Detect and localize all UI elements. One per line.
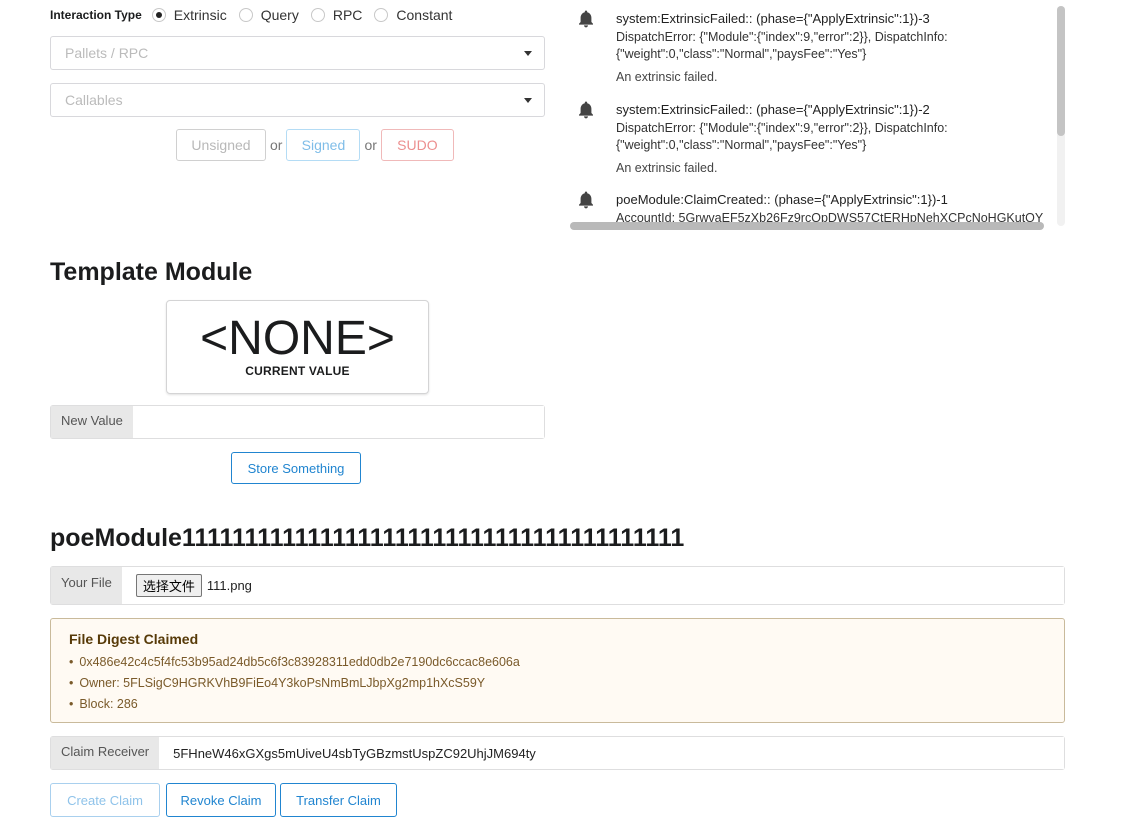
poe-module-title: poeModule1111111111111111111111111111111… <box>50 524 685 552</box>
events-vertical-scrollbar[interactable] <box>1057 6 1065 136</box>
events-horizontal-scrollbar[interactable] <box>570 222 1044 230</box>
choose-file-button[interactable]: 选择文件 <box>135 574 202 597</box>
callables-placeholder: Callables <box>65 92 123 108</box>
radio-constant[interactable]: Constant <box>374 7 452 23</box>
your-file-label: Your File <box>51 567 122 604</box>
pallets-dropdown[interactable]: Pallets / RPC <box>50 36 545 70</box>
radio-label: Extrinsic <box>173 7 227 23</box>
callables-dropdown[interactable]: Callables <box>50 83 545 117</box>
event-item: system:ExtrinsicFailed:: (phase={"ApplyE… <box>570 97 1050 187</box>
event-description: An extrinsic failed. <box>616 161 718 175</box>
event-item: system:ExtrinsicFailed:: (phase={"ApplyE… <box>570 6 1050 96</box>
radio-extrinsic[interactable]: Extrinsic <box>151 7 227 23</box>
event-body: DispatchError: {"Module":{"index":9,"err… <box>616 121 948 152</box>
caret-down-icon <box>524 98 532 103</box>
file-input-group: Your File 选择文件 111.png <box>50 566 1065 605</box>
claim-receiver-input-group: Claim Receiver 5FHneW46xGXgs5mUiveU4sbTy… <box>50 736 1065 770</box>
event-description: An extrinsic failed. <box>616 70 718 84</box>
interaction-type-row: Interaction Type Extrinsic Query RPC Con… <box>50 5 464 25</box>
bell-icon <box>579 191 593 209</box>
new-value-input[interactable] <box>132 406 544 438</box>
or-text: or <box>270 137 283 153</box>
digest-block: Block: 286 <box>69 694 520 715</box>
radio-label: Query <box>260 7 299 23</box>
file-input[interactable]: 选择文件 111.png <box>121 567 1064 604</box>
digest-owner: Owner: 5FLSigC9HGRKVhB9FiEo4Y3koPsNmBmLJ… <box>69 673 520 694</box>
current-value: <NONE> <box>200 312 395 365</box>
or-text: or <box>364 137 377 153</box>
current-value-caption: CURRENT VALUE <box>245 364 350 378</box>
digest-list: 0x486e42c4c5f4fc53b95ad24db5c6f3c8392831… <box>69 652 520 715</box>
new-value-input-group: New Value <box>50 405 545 439</box>
radio-dot-checked[interactable] <box>151 8 166 22</box>
claim-receiver-input[interactable]: 5FHneW46xGXgs5mUiveU4sbTyGBzmstUspZC92Uh… <box>159 737 1064 769</box>
store-something-button[interactable]: Store Something <box>231 452 361 484</box>
event-title: poeModule:ClaimCreated:: (phase={"ApplyE… <box>616 192 948 207</box>
pallets-placeholder: Pallets / RPC <box>65 45 149 61</box>
digest-header: File Digest Claimed <box>69 631 199 647</box>
radio-rpc[interactable]: RPC <box>310 7 363 23</box>
revoke-claim-button[interactable]: Revoke Claim <box>166 783 276 817</box>
file-name: 111.png <box>206 578 252 593</box>
create-claim-button[interactable]: Create Claim <box>50 783 160 817</box>
radio-dot[interactable] <box>374 8 389 22</box>
radio-label: RPC <box>332 7 363 23</box>
sign-buttons: Unsigned or Signed or SUDO <box>176 129 454 161</box>
current-value-card: <NONE> CURRENT VALUE <box>166 300 429 394</box>
interaction-type-label: Interaction Type <box>50 8 142 22</box>
caret-down-icon <box>524 51 532 56</box>
radio-label: Constant <box>396 7 453 23</box>
transfer-claim-button[interactable]: Transfer Claim <box>280 783 397 817</box>
file-digest-message: File Digest Claimed 0x486e42c4c5f4fc53b9… <box>50 618 1065 723</box>
template-module-title: Template Module <box>50 258 253 286</box>
new-value-label: New Value <box>51 406 133 438</box>
radio-dot[interactable] <box>238 8 253 22</box>
unsigned-button[interactable]: Unsigned <box>176 129 266 161</box>
event-title: system:ExtrinsicFailed:: (phase={"ApplyE… <box>616 11 930 26</box>
event-body: DispatchError: {"Module":{"index":9,"err… <box>616 30 948 61</box>
digest-hash: 0x486e42c4c5f4fc53b95ad24db5c6f3c8392831… <box>69 652 519 673</box>
claim-receiver-label: Claim Receiver <box>51 737 160 769</box>
events-feed: system:ExtrinsicFailed:: (phase={"ApplyE… <box>570 6 1064 231</box>
sudo-button[interactable]: SUDO <box>380 129 454 161</box>
bell-icon <box>579 10 593 28</box>
radio-query[interactable]: Query <box>238 7 299 23</box>
event-title: system:ExtrinsicFailed:: (phase={"ApplyE… <box>616 102 930 117</box>
bell-icon <box>579 101 593 119</box>
radio-dot[interactable] <box>310 8 325 22</box>
signed-button[interactable]: Signed <box>286 129 361 161</box>
